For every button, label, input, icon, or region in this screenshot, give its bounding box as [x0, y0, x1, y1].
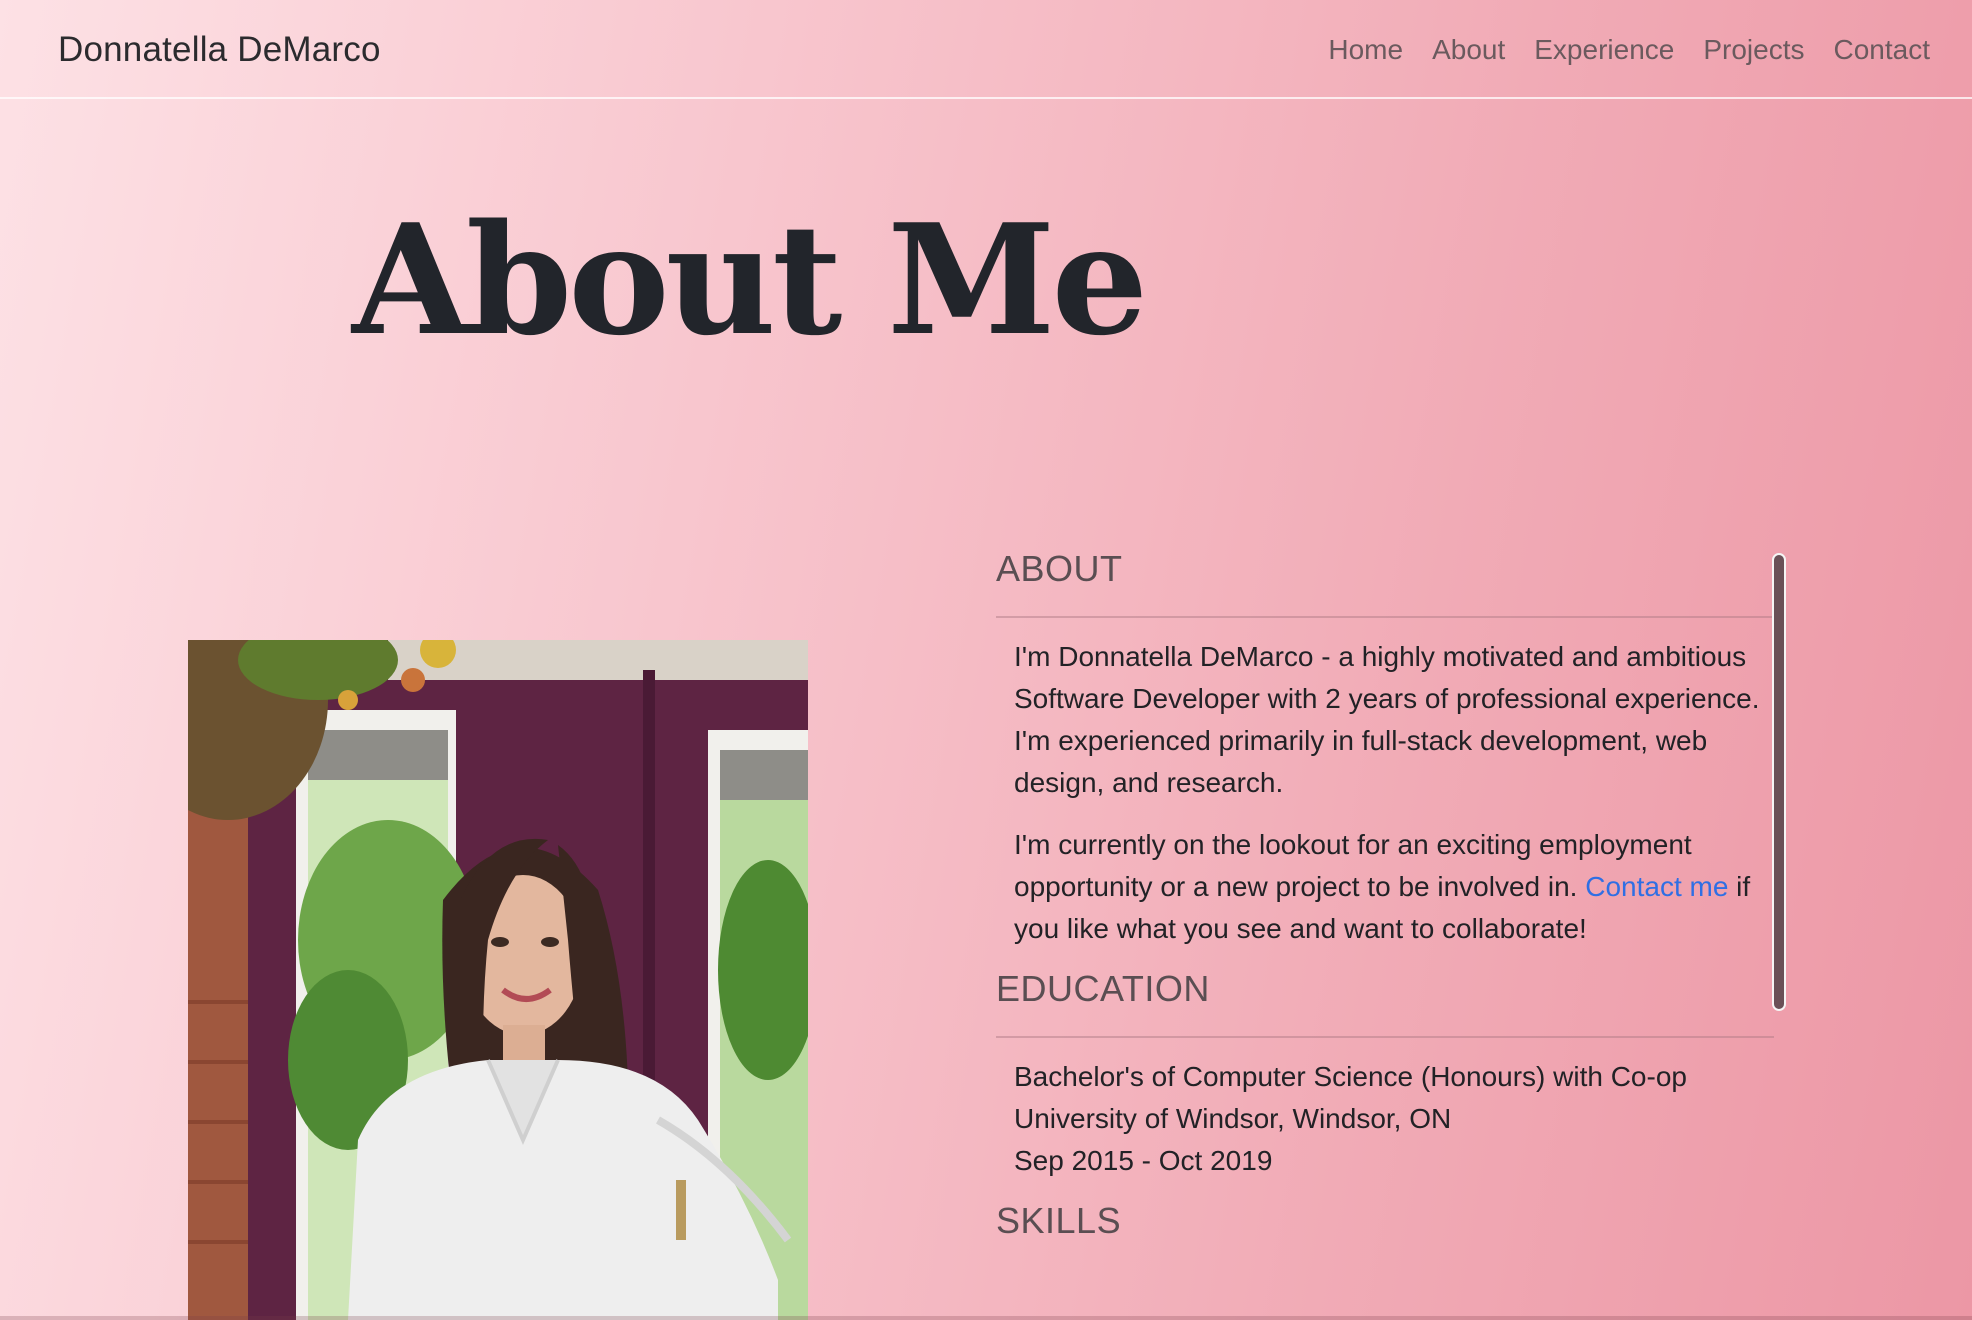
page-title: About Me	[352, 190, 1148, 369]
education-school: University of Windsor, Windsor, ON	[1014, 1103, 1452, 1134]
skills-heading: SKILLS	[996, 1200, 1122, 1241]
nav-link-contact[interactable]: Contact	[1834, 34, 1931, 66]
about-paragraph-1: I'm Donnatella DeMarco - a highly motiva…	[1014, 641, 1760, 798]
education-degree: Bachelor's of Computer Science (Honours)…	[1014, 1061, 1687, 1092]
navbar: Donnatella DeMarco Home About Experience…	[0, 0, 1972, 99]
education-body: Bachelor's of Computer Science (Honours)…	[996, 1038, 1774, 1200]
about-paragraph-2: I'm currently on the lookout for an exci…	[1014, 824, 1774, 950]
content-scrollbar[interactable]	[1772, 553, 1786, 1011]
profile-photo	[188, 640, 808, 1320]
about-body: I'm Donnatella DeMarco - a highly motiva…	[996, 618, 1774, 968]
nav-links: Home About Experience Projects Contact	[1328, 34, 1930, 66]
contact-me-link[interactable]: Contact me	[1585, 871, 1728, 902]
about-heading: ABOUT	[996, 548, 1774, 618]
bottom-edge	[0, 1316, 1972, 1320]
about-content-panel[interactable]: ABOUT I'm Donnatella DeMarco - a highly …	[996, 548, 1774, 1320]
education-dates: Sep 2015 - Oct 2019	[1014, 1145, 1273, 1176]
brand-name[interactable]: Donnatella DeMarco	[58, 30, 381, 70]
education-heading: EDUCATION	[996, 968, 1774, 1038]
nav-link-projects[interactable]: Projects	[1703, 34, 1804, 66]
nav-link-about[interactable]: About	[1432, 34, 1505, 66]
nav-link-home[interactable]: Home	[1328, 34, 1403, 66]
nav-link-experience[interactable]: Experience	[1534, 34, 1674, 66]
